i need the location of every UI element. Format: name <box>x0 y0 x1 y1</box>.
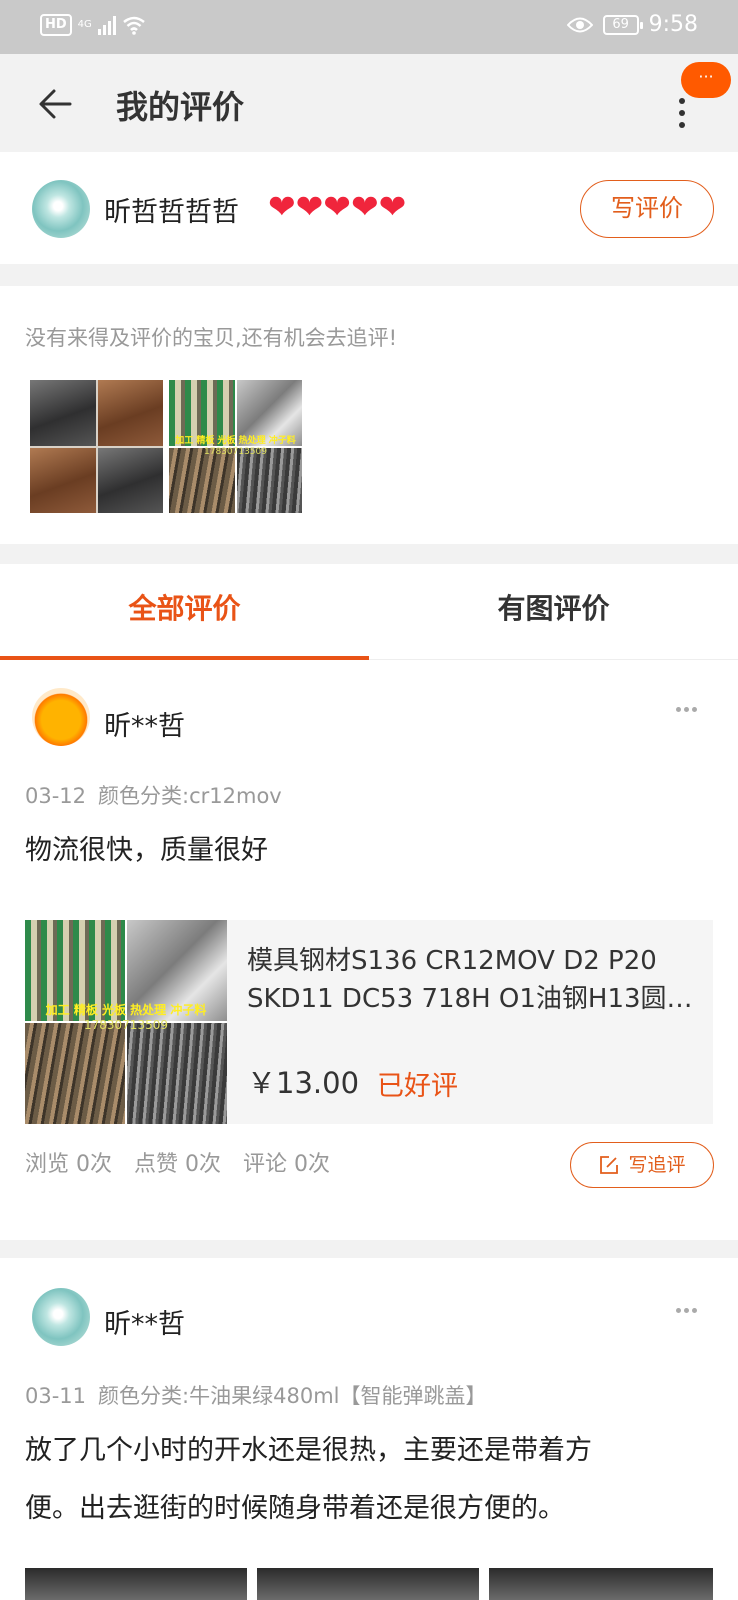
message-badge[interactable]: ··· <box>681 62 731 98</box>
review-card: 昕**哲 03-11 颜色分类:牛油果绿480ml【智能弹跳盖】 放了几个小时的开… <box>0 1258 738 1600</box>
review-status: 已好评 <box>377 1071 458 1102</box>
write-followup-label: 写追评 <box>628 1153 686 1176</box>
followup-tip: 没有来得及评价的宝贝,还有机会去追评! <box>25 326 398 350</box>
tab-all-reviews[interactable]: 全部评价 <box>0 564 369 660</box>
product-thumbnail-boots[interactable] <box>30 380 163 513</box>
wifi-icon <box>123 16 145 35</box>
review-photo[interactable] <box>25 1568 247 1600</box>
review-sku: 颜色分类:cr12mov <box>98 784 282 808</box>
profile-nickname: 昕哲哲哲哲 <box>104 197 239 228</box>
write-review-button[interactable]: 写评价 <box>580 180 714 238</box>
avatar[interactable] <box>32 1288 90 1346</box>
top-bar: 我的评价 ··· <box>0 54 738 152</box>
status-bar: HD 4G 69 9:58 <box>0 0 738 54</box>
thumbnail-phone: 17830713509 <box>204 447 267 457</box>
thumbnail-caption: 加工 精板 光板 热处理 冲子料 <box>175 436 296 446</box>
review-photo[interactable] <box>489 1568 713 1600</box>
product-image-caption: 加工 精板 光板 热处理 冲子料 <box>45 1003 207 1017</box>
reviewer-name: 昕**哲 <box>104 711 185 742</box>
review-sku: 颜色分类:牛油果绿480ml【智能弹跳盖】 <box>98 1384 487 1408</box>
followup-suggestion: 没有来得及评价的宝贝,还有机会去追评! 加工 精板 光板 热处理 冲子料 178… <box>0 286 738 544</box>
clock: 9:58 <box>648 12 698 37</box>
heart-rating: ❤❤❤❤❤ <box>268 187 407 226</box>
avatar[interactable] <box>32 180 90 238</box>
review-tabs: 全部评价 有图评价 <box>0 564 738 660</box>
review-date: 03-12 <box>25 784 87 808</box>
arrow-left-icon[interactable] <box>36 84 76 124</box>
vertical-dots-icon[interactable] <box>676 98 688 128</box>
profile-row: 昕哲哲哲哲 ❤❤❤❤❤ 写评价 <box>0 152 738 264</box>
more-options-icon[interactable] <box>676 707 697 712</box>
eye-icon <box>566 17 593 32</box>
network-type: 4G <box>77 19 92 30</box>
product-thumbnail-steel[interactable]: 加工 精板 光板 热处理 冲子料 17830713509 <box>169 380 302 513</box>
review-card: 昕**哲 03-12 颜色分类:cr12mov 物流很快，质量很好 加工 精板 光… <box>0 660 738 1240</box>
battery-icon: 69 <box>602 14 643 35</box>
review-meta: 03-12 颜色分类:cr12mov <box>25 780 282 810</box>
review-date: 03-11 <box>25 1384 87 1408</box>
write-followup-button[interactable]: 写追评 <box>570 1142 714 1188</box>
product-image: 加工 精板 光板 热处理 冲子料 17830713509 <box>25 920 227 1124</box>
likes-count: 点赞 0次 <box>134 1152 221 1177</box>
hd-indicator: HD <box>40 14 72 36</box>
product-name-line: 模具钢材S136 CR12MOV D2 P20 <box>247 946 657 976</box>
more-options-icon[interactable] <box>676 1308 697 1313</box>
tab-photo-reviews[interactable]: 有图评价 <box>369 564 738 660</box>
comments-count: 评论 0次 <box>243 1152 330 1177</box>
product-price: ￥13.00 <box>247 1066 360 1100</box>
avatar[interactable] <box>32 688 90 746</box>
product-card[interactable]: 加工 精板 光板 热处理 冲子料 17830713509 模具钢材S136 CR… <box>25 920 713 1124</box>
review-stats: 浏览 0次 点赞 0次 评论 0次 <box>25 1146 330 1178</box>
product-image-phone: 17830713509 <box>84 1018 168 1032</box>
review-text: 放了几个小时的开水还是很热，主要还是带着方 便。出去逛街的时候随身带着还是很方便… <box>25 1422 715 1538</box>
signal-icon <box>97 15 116 35</box>
review-text-line: 放了几个小时的开水还是很热，主要还是带着方 <box>25 1435 592 1466</box>
views-count: 浏览 0次 <box>25 1152 112 1177</box>
edit-icon <box>600 1156 619 1174</box>
reviewer-name: 昕**哲 <box>104 1309 185 1340</box>
review-text: 物流很快，质量很好 <box>25 835 268 866</box>
review-text-line: 便。出去逛街的时候随身带着还是很方便的。 <box>25 1493 565 1524</box>
product-name: 模具钢材S136 CR12MOV D2 P20 SKD11 DC53 718H … <box>247 942 695 1018</box>
page-title: 我的评价 <box>116 88 245 126</box>
product-name-line: SKD11 DC53 718H O1油钢H13圆… <box>247 984 693 1014</box>
review-photo[interactable] <box>257 1568 479 1600</box>
review-meta: 03-11 颜色分类:牛油果绿480ml【智能弹跳盖】 <box>25 1380 486 1410</box>
